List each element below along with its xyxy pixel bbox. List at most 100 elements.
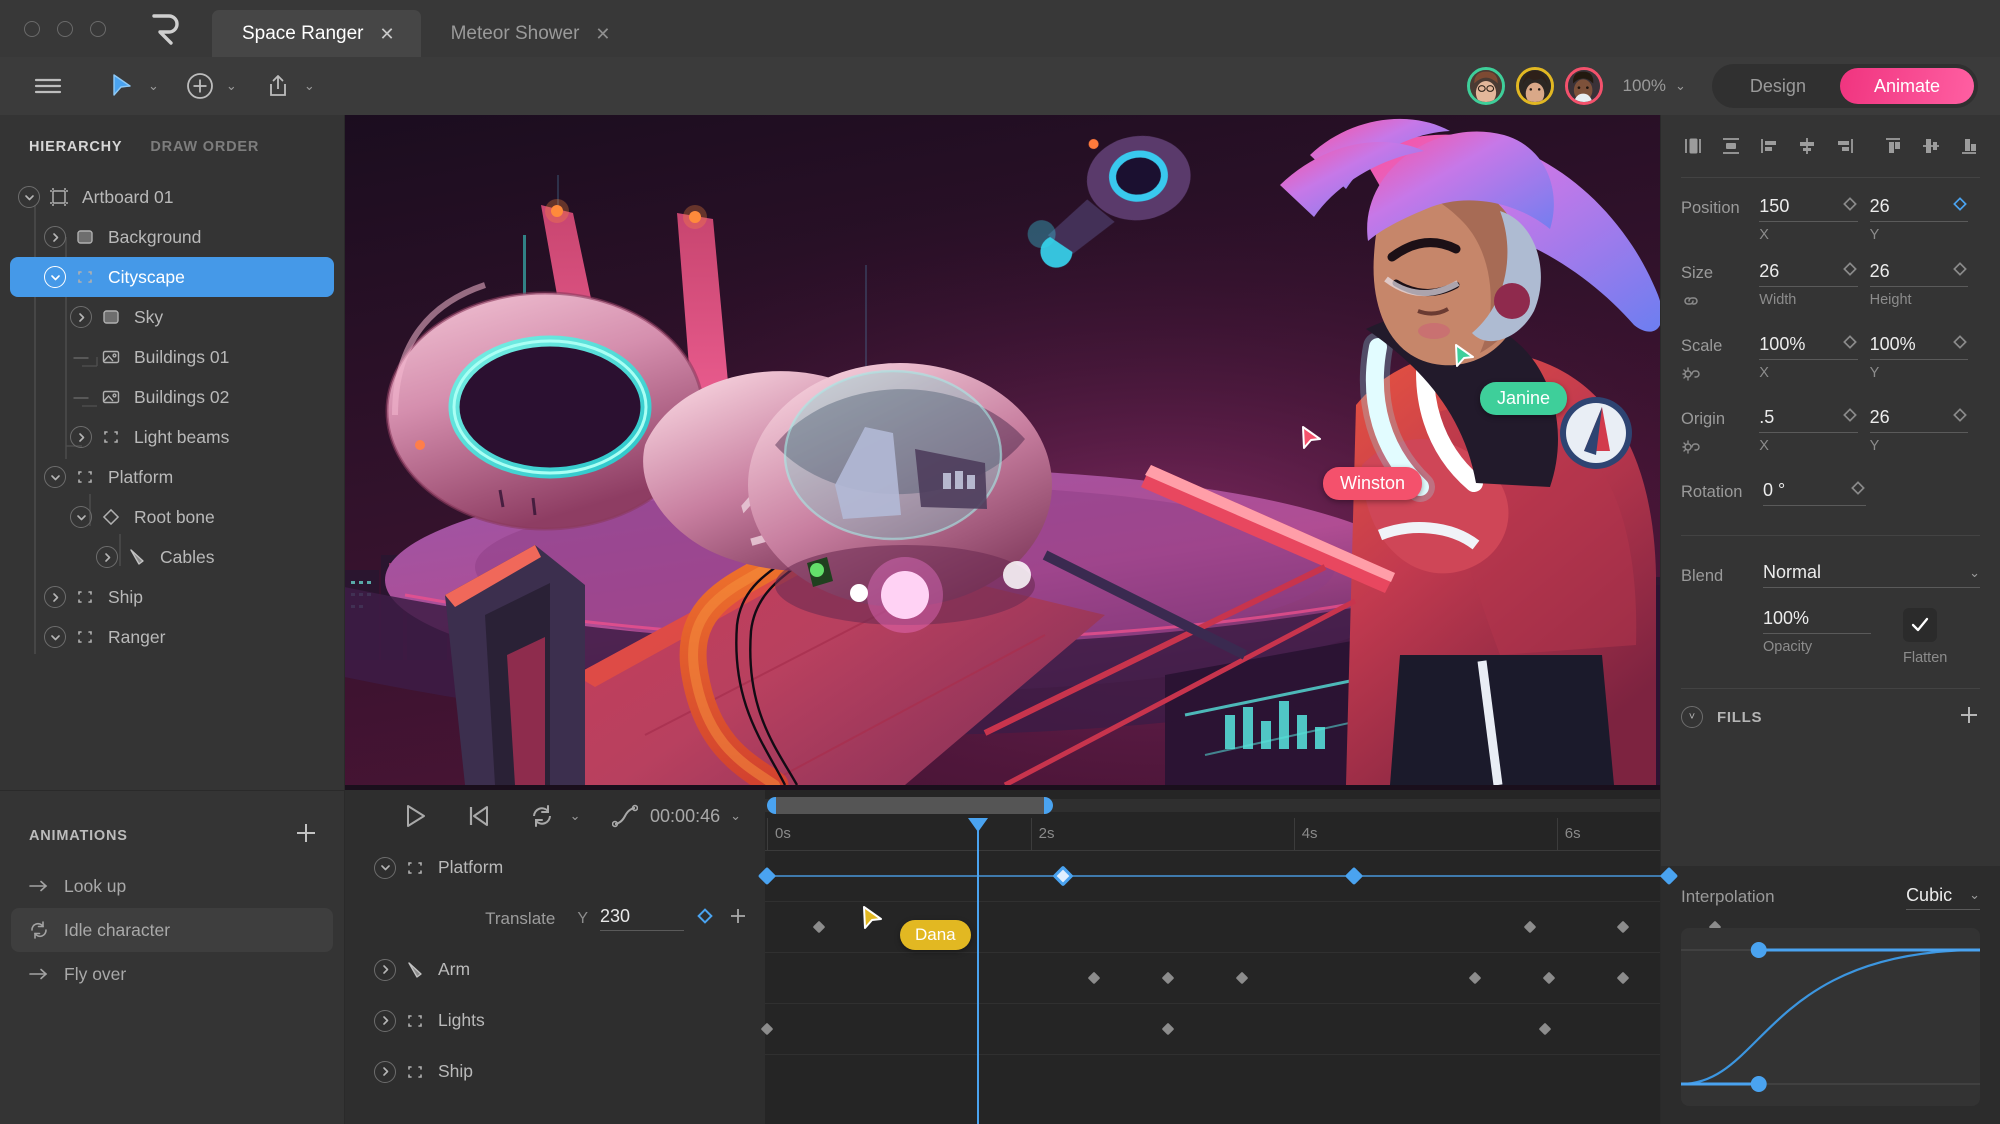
field-origin-x[interactable]: .5X — [1759, 407, 1857, 454]
alignment-toolbar[interactable] — [1661, 115, 2000, 177]
playback-controls[interactable]: ⌄ 00:00:46 ⌄ — [345, 790, 765, 842]
animation-item-look-up[interactable]: Look up — [11, 864, 333, 908]
chevron-right-icon[interactable] — [70, 306, 92, 328]
keyframe[interactable] — [1539, 1023, 1552, 1036]
skip-back-icon[interactable] — [454, 790, 504, 842]
timeline-tracks[interactable]: 0s2s4s6s Dana — [765, 790, 1660, 1124]
field-scale-y[interactable]: 100%Y — [1870, 334, 1968, 381]
blend-mode-select[interactable]: Normal ⌄ — [1763, 562, 1980, 588]
artboard-canvas[interactable]: 119 — [345, 115, 1660, 790]
keyframe[interactable] — [1468, 972, 1481, 985]
tree-item-background[interactable]: Background — [10, 217, 334, 257]
mode-switch[interactable]: Design Animate — [1712, 64, 1978, 108]
design-mode-button[interactable]: Design — [1716, 68, 1840, 104]
flatten-checkbox[interactable] — [1903, 608, 1937, 642]
chevron-down-icon[interactable]: ⌄ — [148, 78, 159, 94]
keyframe[interactable] — [1616, 921, 1629, 934]
field-position-y[interactable]: 26Y — [1870, 196, 1968, 243]
chevron-down-icon[interactable]: ⌄ — [304, 78, 315, 94]
chevron-down-icon[interactable] — [44, 466, 66, 488]
keyframe-track-ship[interactable] — [765, 1004, 1660, 1055]
align-vertical-center-icon[interactable] — [1712, 127, 1750, 165]
loop-icon[interactable] — [517, 790, 567, 842]
keyframe[interactable] — [1542, 972, 1555, 985]
keyframe[interactable] — [1524, 921, 1537, 934]
close-window-button[interactable] — [24, 21, 40, 37]
scrollbar-thumb[interactable] — [769, 797, 1051, 814]
avatar-janine[interactable] — [1467, 67, 1505, 105]
keyframe-tracks[interactable] — [765, 851, 1660, 1055]
tree-item-buildings-02[interactable]: —Buildings 02 — [10, 377, 334, 417]
close-icon[interactable]: ✕ — [379, 25, 394, 43]
keyframe[interactable] — [1053, 865, 1074, 886]
animation-item-fly-over[interactable]: Fly over — [11, 952, 333, 996]
align-middle-icon[interactable] — [1912, 127, 1950, 165]
keyframe-track-arm[interactable] — [765, 902, 1660, 953]
keyframe-diamond-icon[interactable] — [1952, 261, 1968, 277]
tab-meteor-shower[interactable]: Meteor Shower ✕ — [421, 10, 637, 58]
easing-curve-editor[interactable] — [1681, 928, 1980, 1106]
chevron-down-icon[interactable] — [18, 186, 40, 208]
align-bottom-icon[interactable] — [1950, 127, 1988, 165]
align-left-icon[interactable] — [1750, 127, 1788, 165]
tab-draw-order[interactable]: DRAW ORDER — [150, 139, 259, 155]
chevron-down-icon[interactable] — [374, 857, 396, 879]
easing-curve-graph[interactable] — [1681, 928, 1980, 1106]
timeline-label-arm[interactable]: Arm — [345, 944, 765, 995]
property-row-translate[interactable]: TranslateY230 — [345, 893, 765, 944]
play-icon[interactable] — [390, 790, 440, 842]
avatar-dana[interactable] — [1516, 67, 1554, 105]
add-fill-button[interactable] — [1958, 704, 1980, 731]
hierarchy-tree[interactable]: Artboard 01BackgroundCityscapeSky—Buildi… — [0, 171, 344, 790]
keyframe[interactable] — [1162, 1023, 1175, 1036]
keyframe[interactable] — [1616, 972, 1629, 985]
align-center-icon[interactable] — [1788, 127, 1826, 165]
chevron-down-icon[interactable]: ⌄ — [1969, 887, 1980, 903]
chevron-right-icon[interactable] — [374, 959, 396, 981]
tab-space-ranger[interactable]: Space Ranger ✕ — [212, 10, 421, 58]
keyframe-track-lights[interactable] — [765, 953, 1660, 1004]
keyframe-diamond-icon[interactable] — [1952, 196, 1968, 212]
keyframe-diamond-icon[interactable] — [1842, 334, 1858, 350]
fills-section-header[interactable]: ˅ FILLS — [1661, 689, 2000, 745]
chevron-right-icon[interactable] — [44, 586, 66, 608]
chevron-down-icon[interactable]: ˅ — [1681, 706, 1703, 728]
window-controls[interactable] — [0, 0, 106, 57]
tree-item-sky[interactable]: Sky — [10, 297, 334, 337]
tree-item-buildings-01[interactable]: —Buildings 01 — [10, 337, 334, 377]
keyframe-toggle[interactable] — [1952, 334, 1968, 355]
keyframe-diamond-icon[interactable] — [1850, 480, 1866, 496]
animation-item-idle-character[interactable]: Idle character — [11, 908, 333, 952]
zoom-control[interactable]: 100% ⌄ — [1623, 76, 1686, 96]
origin-link-icon[interactable] — [1681, 364, 1759, 389]
collaborator-avatars[interactable] — [1467, 67, 1603, 105]
keyframe-toggle[interactable] — [1850, 480, 1866, 501]
animations-list[interactable]: Look upIdle characterFly over — [0, 850, 344, 996]
property-value-input[interactable]: 230 — [600, 906, 684, 931]
timeline-label-lights[interactable]: Lights — [345, 995, 765, 1046]
document-tabs[interactable]: Space Ranger ✕ Meteor Shower ✕ — [212, 0, 637, 57]
chevron-down-icon[interactable]: ⌄ — [570, 808, 581, 824]
align-top-icon[interactable] — [1874, 127, 1912, 165]
keyframe[interactable] — [1088, 972, 1101, 985]
chevron-down-icon[interactable] — [44, 626, 66, 648]
tree-item-platform[interactable]: Platform — [10, 457, 334, 497]
timeline-label-platform[interactable]: Platform — [345, 842, 765, 893]
animate-mode-button[interactable]: Animate — [1840, 68, 1974, 104]
share-upload-icon[interactable] — [255, 63, 301, 109]
field-rotation-x[interactable]: 0 ° — [1763, 480, 1866, 511]
chevron-down-icon[interactable] — [70, 506, 92, 528]
field-position-x[interactable]: 150X — [1759, 196, 1857, 243]
keyframe-toggle[interactable] — [1842, 407, 1858, 428]
field-origin-y[interactable]: 26Y — [1870, 407, 1968, 454]
keyframe-toggle[interactable] — [1952, 261, 1968, 282]
interpolation-select[interactable]: Cubic ⌄ — [1906, 885, 1980, 910]
tree-item-artboard-01[interactable]: Artboard 01 — [10, 177, 334, 217]
tree-item-root-bone[interactable]: Root bone — [10, 497, 334, 537]
timeline-range-scrollbar[interactable] — [765, 790, 1660, 818]
chevron-right-icon[interactable] — [374, 1061, 396, 1083]
export-tool-group[interactable]: ⌄ — [255, 63, 315, 109]
chevron-down-icon[interactable]: ⌄ — [1969, 565, 1980, 581]
chevron-down-icon[interactable] — [44, 266, 66, 288]
close-icon[interactable]: ✕ — [595, 25, 610, 43]
